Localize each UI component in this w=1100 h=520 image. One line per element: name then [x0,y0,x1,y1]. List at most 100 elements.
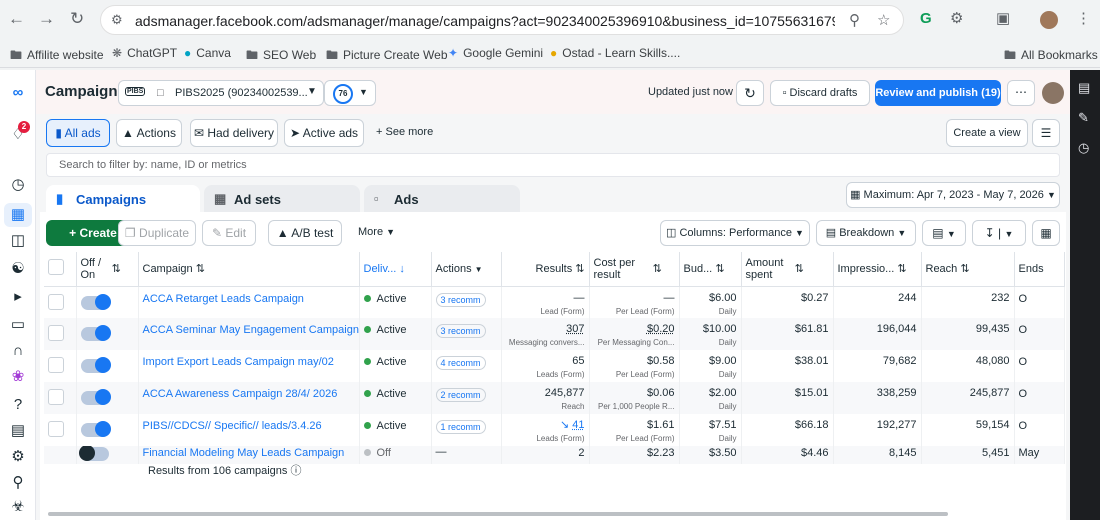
megaphone-icon[interactable]: ▸ [0,288,36,306]
tab-campaigns[interactable]: ▮ Campaigns [46,185,200,213]
discard-drafts-button[interactable]: ▫ Discard drafts [770,80,870,106]
extensions-icon[interactable]: ⚙ [950,10,963,28]
account-selector[interactable]: PIBS □ PIBS2025 (90234002539... ▼ [118,80,324,106]
opportunity-score[interactable]: 76 ▼ [324,80,376,106]
impressions-header[interactable]: Impressio... ⇅ [833,252,922,287]
export-dropdown[interactable]: ↧ | ▼ [972,220,1026,246]
address-bar[interactable]: ⚙ adsmanager.facebook.com/adsmanager/man… [100,5,904,35]
create-view-button[interactable]: Create a view [946,119,1028,147]
forward-icon[interactable]: → [38,9,55,29]
table-row[interactable]: Import Export Leads Campaign may/02 Acti… [44,350,1065,382]
tab-ads[interactable]: ▫ Ads [364,185,520,213]
bug-report-icon[interactable]: ☣ [0,498,36,516]
back-icon[interactable]: ← [8,9,25,29]
horizontal-scrollbar[interactable] [48,512,948,516]
budget-header[interactable]: Bud... ⇅ [679,252,742,287]
zoom-icon[interactable]: ⚲ [849,11,860,29]
select-all-checkbox[interactable] [48,259,64,276]
campaign-toggle[interactable] [80,293,111,310]
campaign-toggle[interactable] [80,389,111,405]
row-checkbox[interactable] [48,325,64,341]
amount-header[interactable]: Amount spent ⇅ [741,252,834,287]
reload-icon[interactable]: ↻ [70,9,84,29]
see-more-button[interactable]: + See more [376,126,433,138]
more-dropdown[interactable]: More ▼ [358,226,395,238]
campaign-toggle[interactable] [78,446,109,461]
breakdown-dropdown[interactable]: ▤ Breakdown ▼ [816,220,916,246]
campaign-name-link[interactable]: ACCA Retarget Leads Campaign [138,286,360,318]
row-checkbox[interactable] [48,293,64,310]
ab-test-button[interactable]: ▲ A/B test [268,220,342,246]
recommendations-badge[interactable]: 1 recomm [435,420,486,434]
refresh-button[interactable]: ↻ [736,80,764,106]
search-icon[interactable]: ⚲ [0,474,36,492]
campaign-name-link[interactable]: ACCA Seminar May Engagement Campaign [138,318,360,350]
bookmark-item[interactable]: 🖿 Affilite website [10,46,104,67]
offon-header[interactable]: Off / On ⇅ [76,252,139,287]
recommendations-badge[interactable]: 4 recomm [435,356,486,370]
reports-dropdown[interactable]: ▤ ▼ [922,220,966,246]
row-checkbox[interactable] [48,357,64,373]
bookmark-item[interactable]: ● Ostad - Learn Skills.... [550,46,680,60]
review-publish-button[interactable]: Review and publish (19) [875,80,1001,106]
history-icon[interactable]: ◷ [1078,140,1089,156]
reports-icon[interactable]: ▤ [0,422,36,440]
cost-header[interactable]: Cost per result ⇅ [589,252,680,287]
settings-icon[interactable]: ⚙ [0,448,36,466]
filter-active-ads[interactable]: ➤ Active ads [284,119,364,147]
date-range-picker[interactable]: ▦ Maximum: Apr 7, 2023 - May 7, 2026 ▼ [846,182,1060,208]
bookmark-item[interactable]: 🖿 SEO Web [246,46,316,67]
audiences-icon[interactable]: ☯ [0,260,36,278]
duplicate-button[interactable]: ❐ Duplicate [118,220,196,246]
recommendations-badge[interactable]: 2 recomm [435,388,486,402]
filter-settings-button[interactable]: ☰ [1032,119,1060,147]
dashboard-icon[interactable]: ◷ [0,176,36,194]
results-header[interactable]: Results ⇅ [501,252,590,287]
reach-header[interactable]: Reach ⇅ [921,252,1015,287]
star-icon[interactable]: ☆ [877,11,890,29]
chart-icon[interactable]: ▤ [1078,80,1090,96]
row-checkbox[interactable] [48,389,64,405]
campaign-name-link[interactable]: Import Export Leads Campaign may/02 [138,350,360,382]
bookmark-item[interactable]: ❋ ChatGPT [112,46,177,60]
billing-icon[interactable]: ▭ [0,316,36,334]
edit-button[interactable]: ✎ Edit [202,220,256,246]
tools-icon[interactable]: ∩ [0,342,36,360]
ends-header[interactable]: Ends [1014,252,1065,287]
campaign-name-link[interactable]: PIBS//CDCS// Specific// leads/3.4.26 [138,414,360,446]
campaign-toggle[interactable] [80,357,111,373]
site-info-icon[interactable]: ⚙ [111,12,123,28]
bookmark-item[interactable]: ✦ Google Gemini [448,46,543,60]
columns-dropdown[interactable]: ◫ Columns: Performance ▼ [660,220,810,246]
more-options-button[interactable]: ⋯ [1007,80,1035,106]
help-icon[interactable]: ? [0,396,36,414]
search-input[interactable]: Search to filter by: name, ID or metrics [46,153,1060,177]
campaigns-table-icon[interactable]: ▦ [4,203,32,227]
campaign-toggle[interactable] [80,325,111,341]
campaign-name-link[interactable]: ACCA Awareness Campaign 28/4/ 2026 [138,382,360,414]
filter-actions[interactable]: ▲ Actions [116,119,182,147]
tab-search-icon[interactable]: ▣ [996,10,1010,28]
table-row[interactable]: ACCA Seminar May Engagement Campaign Act… [44,318,1065,350]
meta-logo-icon[interactable]: ∞ [0,84,36,102]
user-avatar[interactable] [1042,82,1064,104]
tab-ad-sets[interactable]: ▦ Ad sets [204,185,360,213]
select-all-header[interactable] [44,252,77,287]
grammarly-icon[interactable]: G [920,10,932,28]
filter-had-delivery[interactable]: ✉ Had delivery [190,119,278,147]
chart-view-button[interactable]: ▦ [1032,220,1060,246]
all-bookmarks[interactable]: 🖿 All Bookmarks [1004,46,1098,67]
table-row[interactable]: ACCA Awareness Campaign 28/4/ 2026 Activ… [44,382,1065,414]
recommendations-badge[interactable]: 3 recomm [435,292,486,307]
pages-icon[interactable]: ◫ [0,232,36,250]
table-row[interactable]: ACCA Retarget Leads Campaign Active 3 re… [44,286,1065,318]
info-icon[interactable]: ⓘ [290,465,301,477]
actions-header[interactable]: Actions ▼ [431,252,502,287]
profile-avatar[interactable] [1040,11,1058,29]
pencil-icon[interactable]: ✎ [1078,110,1089,126]
campaign-header[interactable]: Campaign ⇅ [138,252,360,287]
bookmark-item[interactable]: ● Canva [184,46,231,60]
bookmark-item[interactable]: 🖿 Picture Create Web [326,46,448,67]
table-row[interactable]: PIBS//CDCS// Specific// leads/3.4.26 Act… [44,414,1065,446]
campaign-toggle[interactable] [80,421,111,437]
